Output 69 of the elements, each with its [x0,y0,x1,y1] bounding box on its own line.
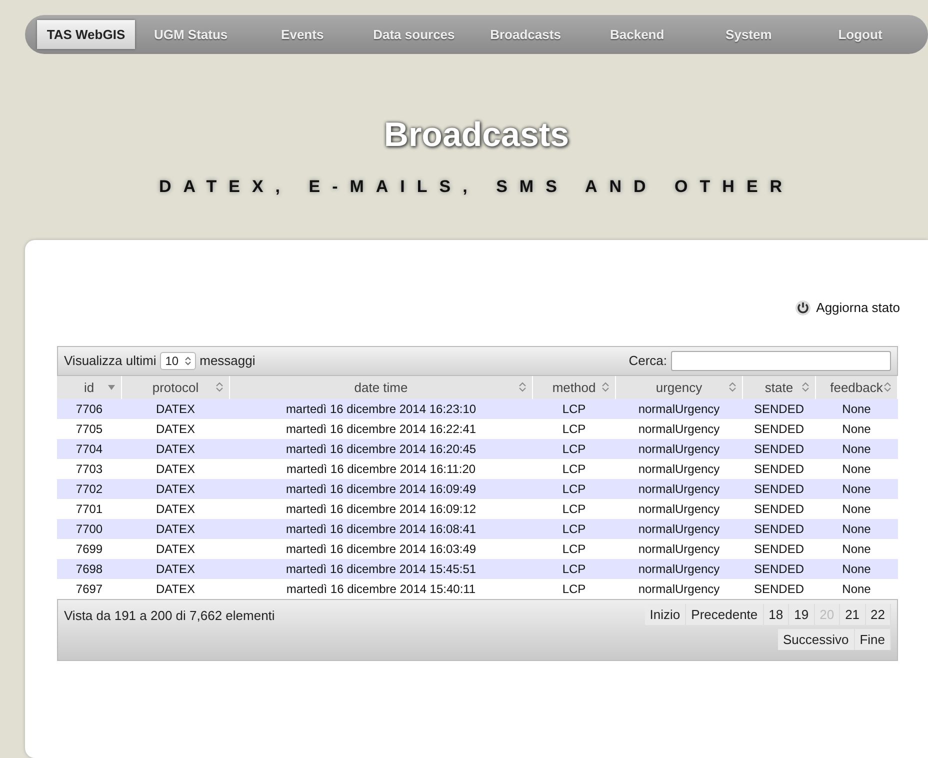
sort-descending-icon [108,384,115,390]
table-cell: DATEX [122,518,230,539]
page-button[interactable]: 18 [764,604,790,625]
table-cell: None [816,398,898,419]
column-header[interactable]: id [57,376,122,399]
column-header[interactable]: urgency [616,376,742,399]
table-cell: SENDED [742,518,816,539]
sort-icon [216,382,223,392]
column-header[interactable]: method [532,376,616,399]
spinner-arrows-icon [184,356,191,366]
length-select[interactable]: 10 [160,352,196,370]
table-cell: martedì 16 dicembre 2014 16:23:10 [230,398,532,419]
table-cell: 7706 [57,398,122,419]
table-cell: DATEX [122,398,230,419]
table-cell: normalUrgency [616,518,742,539]
page-button[interactable]: Successivo [778,628,855,650]
length-label: messaggi [200,353,256,368]
column-header[interactable]: protocol [122,376,230,399]
table-cell: SENDED [742,438,816,459]
table-cell: SENDED [742,478,816,499]
table-cell: DATEX [122,478,230,499]
search-label: Cerca: [628,353,667,368]
table-cell: 7704 [57,438,122,459]
table-info: Vista da 191 a 200 di 7,662 elementi [64,608,275,625]
table-cell: LCP [532,398,616,419]
table-cell: normalUrgency [616,438,742,459]
table-cell: SENDED [742,398,816,419]
table-cell: martedì 16 dicembre 2014 16:20:45 [230,438,532,459]
length-label: Visualizza ultimi [64,353,156,368]
table-cell: LCP [532,558,616,579]
nav-tab[interactable]: TAS WebGIS [37,20,135,49]
table-cell: 7700 [57,518,122,539]
table-cell: normalUrgency [616,478,742,499]
sort-icon [884,382,891,392]
table-cell: martedì 16 dicembre 2014 16:09:49 [230,478,532,499]
page-button[interactable]: 19 [789,604,815,625]
page-button[interactable]: 21 [840,604,866,625]
page-button[interactable]: Fine [854,628,891,650]
page-button[interactable]: 22 [866,604,891,625]
table-cell: None [816,518,898,539]
table-cell: None [816,438,898,459]
table-cell: 7698 [57,558,122,579]
sort-icon [519,382,526,392]
power-icon [795,300,812,316]
page-button[interactable]: Precedente [686,604,764,625]
column-header[interactable]: date time [230,376,532,399]
sort-icon [602,382,609,392]
table-cell: None [816,478,898,499]
page-subtitle: DATEX, E-MAILS, SMS AND OTHER [158,176,794,197]
table-cell: martedì 16 dicembre 2014 16:08:41 [230,518,532,539]
search-field[interactable] [671,350,891,371]
table-cell: SENDED [742,558,816,579]
refresh-link[interactable]: Aggiorna stato [795,300,900,316]
table-cell: martedì 16 dicembre 2014 15:45:51 [230,558,532,579]
table-cell: DATEX [122,558,230,579]
table-cell: LCP [532,478,616,499]
column-header[interactable]: feedback [816,376,898,399]
table-cell: LCP [532,518,616,539]
column-header[interactable]: state [742,376,816,399]
table-cell: None [816,558,898,579]
table-cell: DATEX [122,438,230,459]
sort-icon [729,382,736,392]
table-cell: normalUrgency [616,398,742,419]
page-button[interactable]: Inizio [644,604,686,625]
table-cell: normalUrgency [616,558,742,579]
page-title: Broadcasts [384,116,570,155]
table-cell: LCP [532,438,616,459]
table-cell: 7702 [57,478,122,499]
sort-icon [802,382,809,392]
